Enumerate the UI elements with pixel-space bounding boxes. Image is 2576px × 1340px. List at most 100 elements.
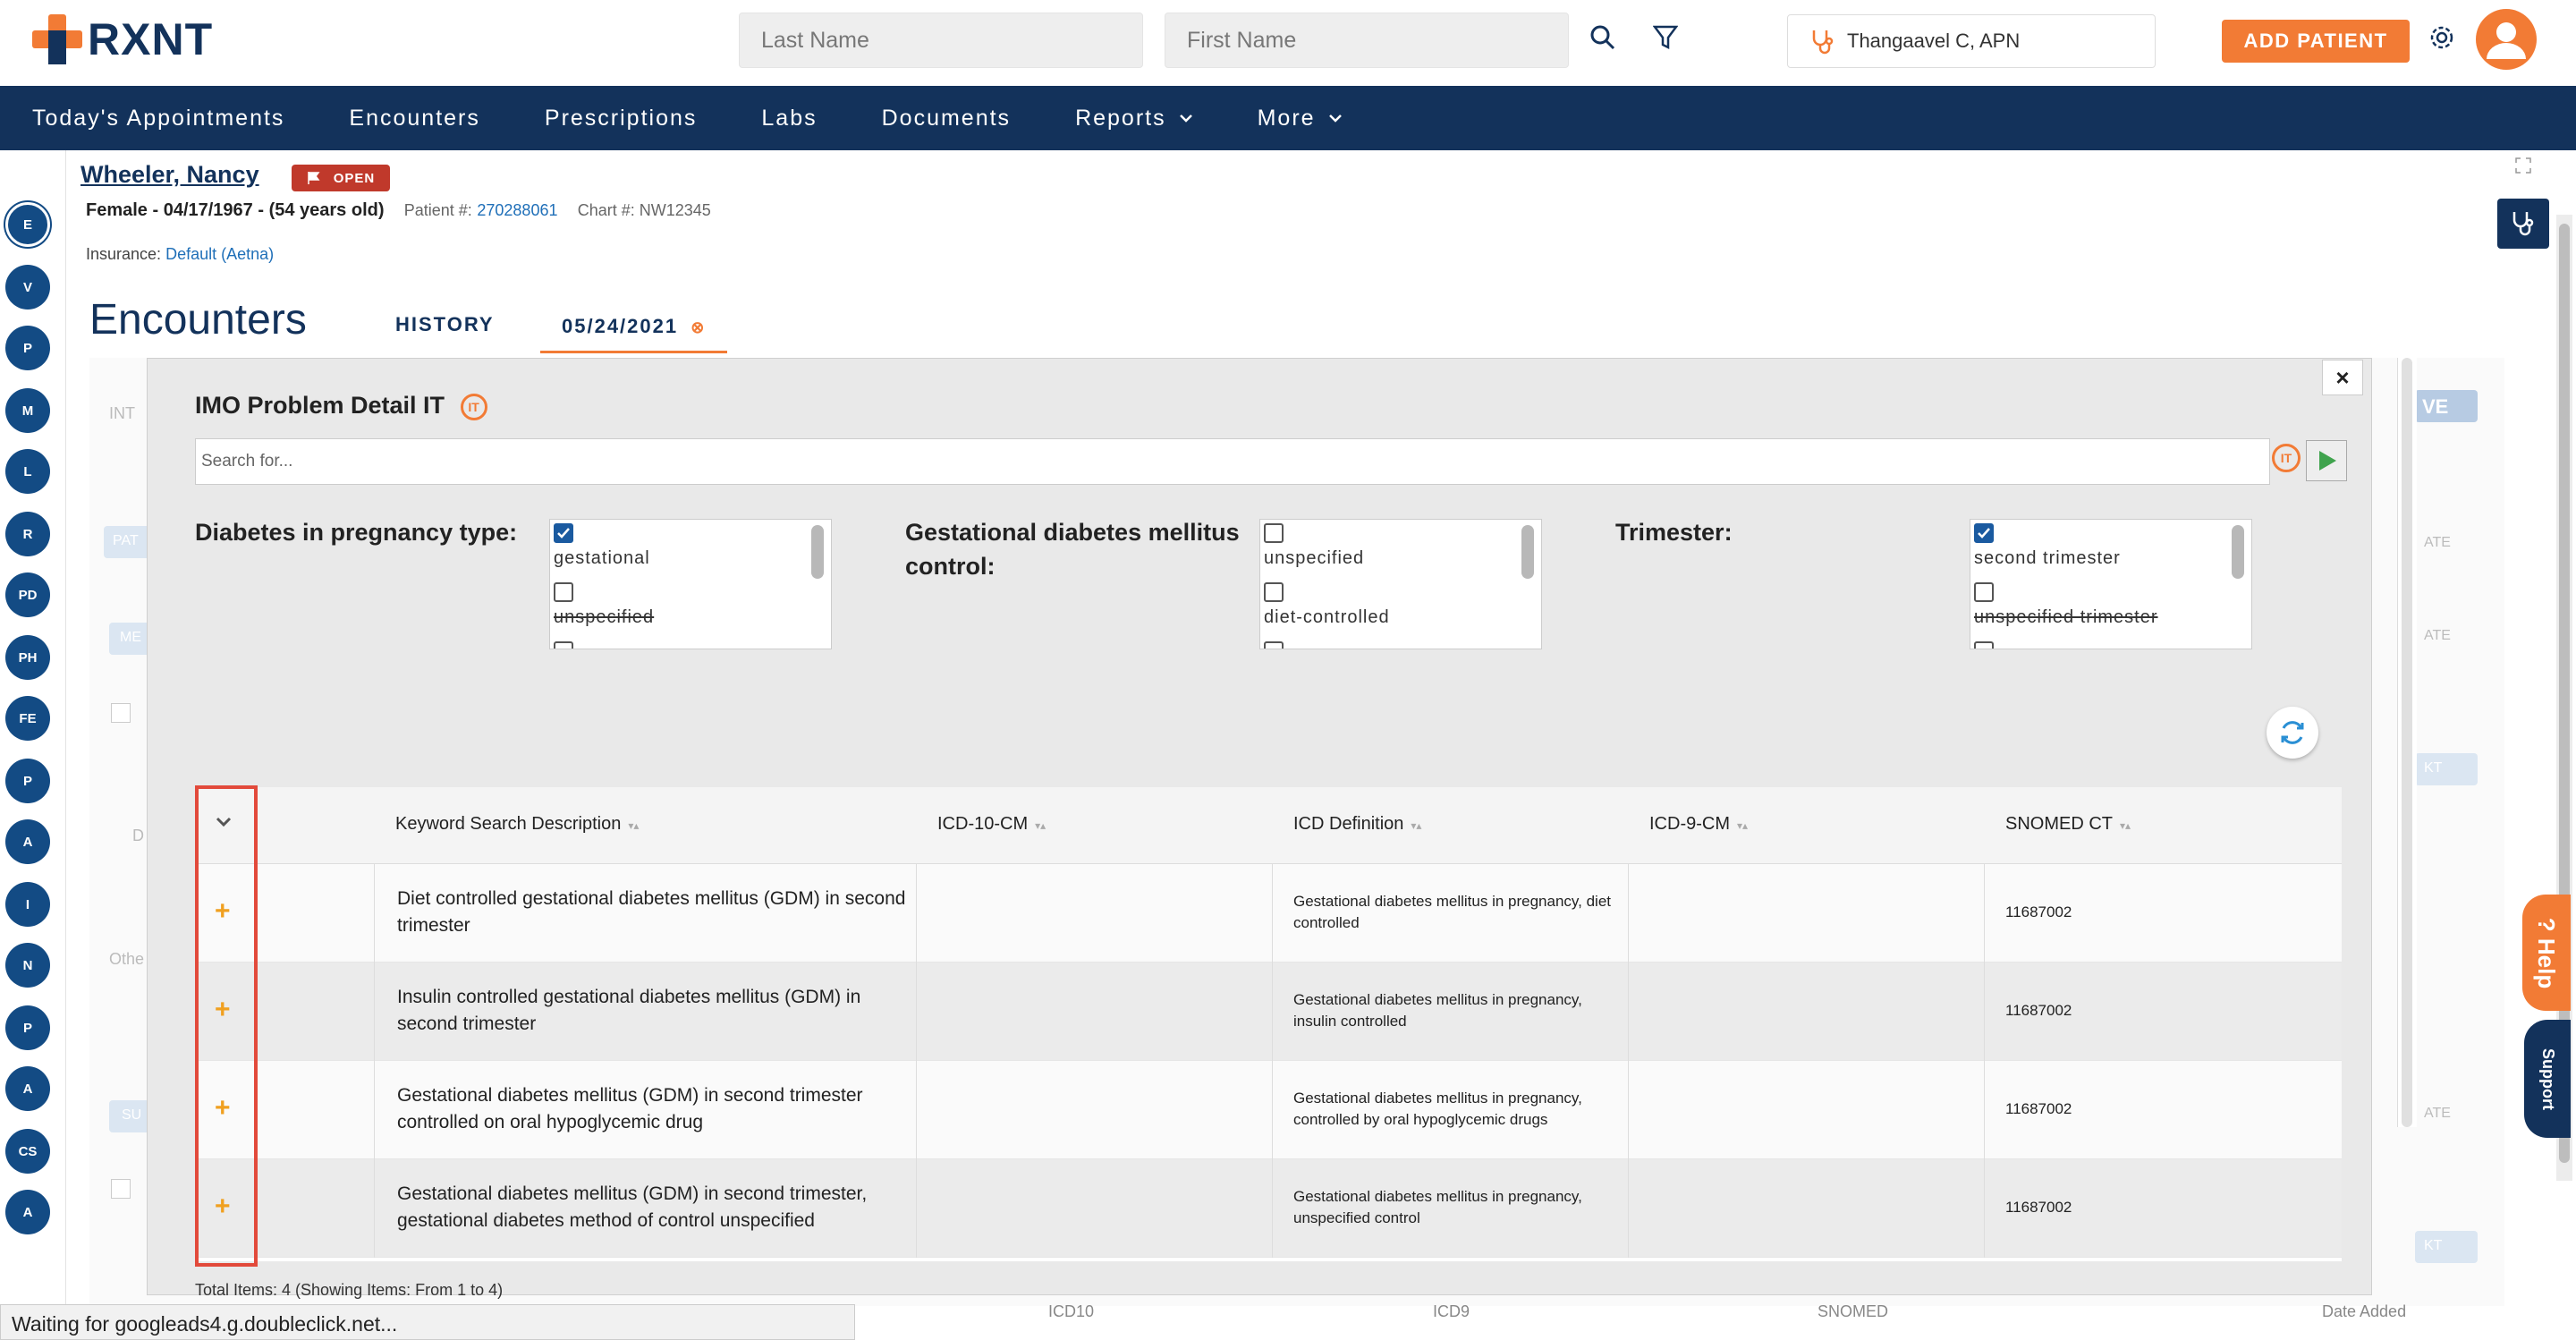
- nav-encounters[interactable]: Encounters: [349, 106, 479, 131]
- expand-icon[interactable]: [2515, 157, 2531, 178]
- status-badge: OPEN: [292, 165, 390, 191]
- col-keyword-label: Keyword Search Description: [395, 814, 622, 834]
- sidebar-item-a3[interactable]: A: [5, 1190, 50, 1234]
- close-circle-icon[interactable]: ⊗: [691, 318, 706, 336]
- sidebar-item-i[interactable]: I: [5, 882, 50, 927]
- sidebar-item-p3[interactable]: P: [5, 1005, 50, 1050]
- option-checkbox-3b[interactable]: [1264, 641, 1284, 649]
- status-label: OPEN: [333, 170, 376, 186]
- refresh-icon: [2281, 721, 2304, 744]
- sidebar-item-e[interactable]: E: [4, 200, 52, 249]
- imo-logo-icon: IT: [460, 393, 487, 420]
- option-gestational[interactable]: gestational: [554, 548, 650, 569]
- logo-text: RXNT: [88, 14, 214, 64]
- col-icd-definition[interactable]: ICD Definition ▾▴: [1293, 814, 1421, 835]
- stethoscope-icon: [2512, 212, 2534, 236]
- diabetes-type-label: Diabetes in pregnancy type:: [195, 519, 518, 546]
- nav-todays-appointments[interactable]: Today's Appointments: [32, 106, 284, 131]
- add-patient-button[interactable]: ADD PATIENT: [2222, 20, 2410, 63]
- unspecified-checkbox[interactable]: [554, 582, 573, 602]
- table-row[interactable]: + Diet controlled gestational diabetes m…: [195, 864, 2342, 963]
- nav-more-label: More: [1257, 105, 1316, 131]
- option-checkbox-3[interactable]: [554, 641, 573, 649]
- sidebar-item-l[interactable]: L: [5, 449, 50, 494]
- option-unspecified-trimester[interactable]: unspecified trimester: [1974, 607, 2158, 628]
- refresh-button[interactable]: [2267, 707, 2318, 759]
- col-icd10[interactable]: ICD-10-CM ▾▴: [937, 814, 1046, 835]
- nav-reports[interactable]: Reports: [1075, 106, 1193, 131]
- gdm-control-options: unspecified diet-controlled: [1259, 519, 1542, 649]
- nav-labs[interactable]: Labs: [761, 106, 817, 131]
- col-snomed[interactable]: SNOMED CT ▾▴: [2005, 814, 2131, 835]
- table-row[interactable]: + Gestational diabetes mellitus (GDM) in…: [195, 1061, 2342, 1159]
- patient-details: Female - 04/17/1967 - (54 years old) Pat…: [86, 200, 711, 221]
- sidebar-item-p[interactable]: P: [5, 326, 50, 370]
- support-tab[interactable]: Support: [2524, 1020, 2571, 1138]
- unspecified-trimester-checkbox[interactable]: [1974, 582, 1994, 602]
- tab-encounter-date[interactable]: 05/24/2021 ⊗: [540, 315, 728, 353]
- sidebar-item-ph[interactable]: PH: [5, 635, 50, 680]
- ghost-ate-3: ATE: [2424, 1106, 2451, 1121]
- patient-name[interactable]: Wheeler, Nancy: [80, 161, 259, 189]
- row-definition: Gestational diabetes mellitus in pregnan…: [1293, 1090, 1582, 1128]
- insurance-link[interactable]: Default (Aetna): [165, 245, 274, 263]
- option-checkbox-3c[interactable]: [1974, 641, 1994, 649]
- nav-prescriptions[interactable]: Prescriptions: [545, 106, 698, 131]
- col-keyword-description[interactable]: Keyword Search Description ▾▴: [395, 814, 639, 835]
- row-description: Gestational diabetes mellitus (GDM) in s…: [397, 1085, 863, 1132]
- flag-icon: [307, 172, 320, 184]
- scrollbar[interactable]: [1521, 525, 1534, 579]
- patient-number-label: Patient #:: [403, 201, 472, 219]
- search-input[interactable]: Search for...: [195, 438, 2270, 485]
- option-diet-controlled[interactable]: diet-controlled: [1264, 607, 1390, 628]
- chevron-down-icon: [1328, 114, 1342, 123]
- sidebar-item-p2[interactable]: P: [5, 759, 50, 803]
- nav-documents[interactable]: Documents: [882, 106, 1011, 131]
- provider-select[interactable]: Thangaavel C, APN: [1787, 14, 2156, 68]
- control-unspecified-checkbox[interactable]: [1264, 523, 1284, 543]
- scrollbar[interactable]: [2232, 525, 2244, 579]
- table-row[interactable]: + Insulin controlled gestational diabete…: [195, 963, 2342, 1061]
- sidebar-item-fe[interactable]: FE: [5, 696, 50, 741]
- sidebar-item-a2[interactable]: A: [5, 1066, 50, 1111]
- footer-col-date-added: Date Added: [2322, 1302, 2407, 1320]
- col-icd10-label: ICD-10-CM: [937, 814, 1029, 834]
- option-second-trimester[interactable]: second trimester: [1974, 548, 2121, 569]
- modal-title: IMO Problem Detail IT IT: [195, 392, 487, 420]
- search-go-button[interactable]: [2306, 440, 2347, 481]
- sidebar-item-cs[interactable]: CS: [5, 1129, 50, 1174]
- filter-icon[interactable]: [1648, 20, 1683, 55]
- ghost-int: INT: [109, 404, 135, 422]
- patient-number[interactable]: 270288061: [477, 201, 557, 219]
- user-avatar[interactable]: [2476, 9, 2537, 70]
- ghost-save: VE: [2415, 390, 2478, 422]
- last-name-input[interactable]: Last Name: [739, 13, 1143, 68]
- chevron-down-icon: [1179, 114, 1192, 123]
- row-description: Gestational diabetes mellitus (GDM) in s…: [397, 1183, 868, 1231]
- gestational-checkbox[interactable]: [554, 523, 573, 543]
- sidebar-item-v[interactable]: V: [5, 265, 50, 310]
- rxnt-logo[interactable]: RXNT: [32, 13, 213, 66]
- sidebar-item-m[interactable]: M: [5, 388, 50, 433]
- insurance-info: Insurance: Default (Aetna): [86, 245, 274, 264]
- gear-icon[interactable]: [2424, 20, 2460, 55]
- sidebar-item-pd[interactable]: PD: [5, 572, 50, 617]
- stethoscope-button[interactable]: [2497, 199, 2549, 249]
- search-icon[interactable]: [1585, 20, 1621, 55]
- table-row[interactable]: + Gestational diabetes mellitus (GDM) in…: [195, 1159, 2342, 1258]
- sidebar-item-n[interactable]: N: [5, 943, 50, 988]
- option-unspecified[interactable]: unspecified: [554, 607, 654, 628]
- col-icd9[interactable]: ICD-9-CM ▾▴: [1649, 814, 1748, 835]
- tab-history[interactable]: HISTORY: [395, 313, 495, 336]
- nav-more[interactable]: More: [1258, 106, 1343, 131]
- first-name-input[interactable]: First Name: [1165, 13, 1569, 68]
- diet-controlled-checkbox[interactable]: [1264, 582, 1284, 602]
- sidebar-item-a[interactable]: A: [5, 819, 50, 864]
- help-tab[interactable]: ? Help: [2522, 895, 2571, 1011]
- scrollbar[interactable]: [811, 525, 824, 579]
- close-button[interactable]: ×: [2322, 360, 2363, 395]
- trimester-label: Trimester:: [1615, 519, 1733, 546]
- second-trimester-checkbox[interactable]: [1974, 523, 1994, 543]
- option-control-unspecified[interactable]: unspecified: [1264, 548, 1364, 569]
- sidebar-item-r[interactable]: R: [5, 512, 50, 556]
